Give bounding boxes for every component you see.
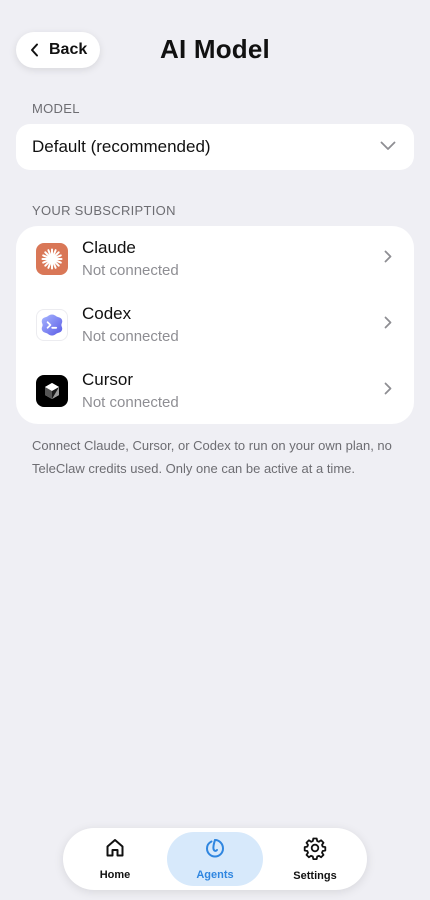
tab-label: Home bbox=[99, 869, 131, 881]
page-title: AI Model bbox=[160, 34, 270, 64]
subscription-row-cursor[interactable]: Cursor Not connected bbox=[16, 358, 414, 424]
home-icon bbox=[104, 837, 126, 864]
agents-icon bbox=[204, 837, 226, 864]
subscription-name: Codex bbox=[82, 303, 132, 323]
subscription-name: Claude bbox=[82, 237, 136, 257]
bottom-tab-bar: Home Agents Settings bbox=[63, 828, 367, 890]
tab-label: Settings bbox=[293, 870, 337, 882]
subscription-status: Not connected bbox=[82, 327, 179, 345]
model-select-value: Default (recommended) bbox=[32, 137, 211, 156]
subscription-row-codex[interactable]: Codex Not connected bbox=[16, 292, 414, 358]
subscription-status: Not connected bbox=[82, 261, 179, 279]
cursor-logo-icon bbox=[36, 375, 68, 407]
chevron-right-icon bbox=[384, 250, 392, 268]
subscription-row-claude[interactable]: Claude Not connected bbox=[16, 226, 414, 292]
chevron-down-icon bbox=[380, 138, 396, 156]
tab-label: Agents bbox=[196, 869, 234, 881]
subscription-list: Claude Not connected Codex Not connected… bbox=[16, 226, 414, 424]
chevron-right-icon bbox=[384, 382, 392, 400]
model-select[interactable]: Default (recommended) bbox=[16, 124, 414, 170]
subscription-section-label: YOUR SUBSCRIPTION bbox=[32, 203, 176, 218]
tab-agents[interactable]: Agents bbox=[167, 832, 263, 886]
ai-model-screen: Back AI Model MODEL Default (recommended… bbox=[0, 0, 430, 900]
model-section-label: MODEL bbox=[32, 101, 80, 116]
codex-logo-icon bbox=[36, 309, 68, 341]
subscription-status: Not connected bbox=[82, 393, 179, 411]
subscription-name: Cursor bbox=[82, 369, 134, 389]
chevron-right-icon bbox=[384, 316, 392, 334]
claude-logo-icon bbox=[36, 243, 68, 275]
tab-home[interactable]: Home bbox=[67, 832, 163, 886]
gear-icon bbox=[303, 836, 327, 865]
tab-settings[interactable]: Settings bbox=[267, 832, 363, 886]
subscription-footnote: Connect Claude, Cursor, or Codex to run … bbox=[32, 438, 392, 476]
